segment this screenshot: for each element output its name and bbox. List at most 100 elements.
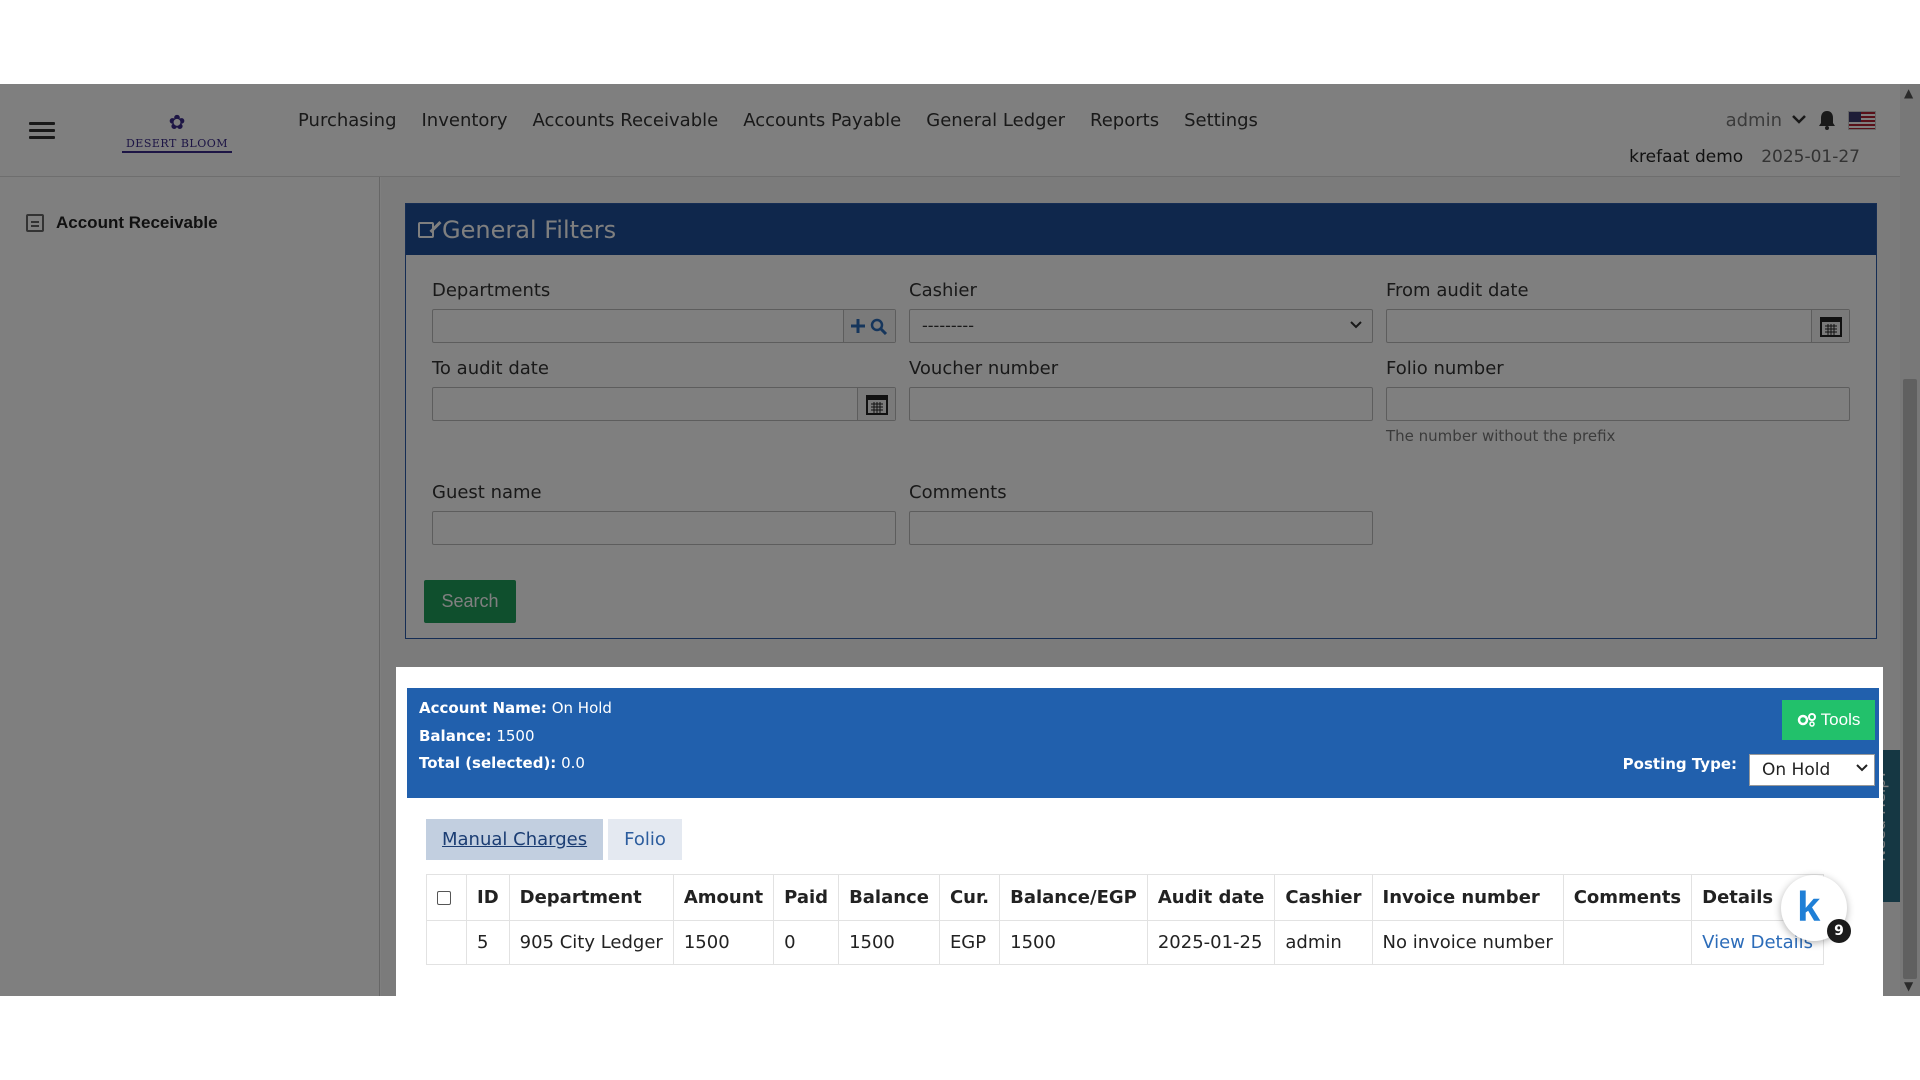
tools-button[interactable]: Tools	[1782, 700, 1875, 740]
chevron-down-icon	[1856, 761, 1868, 776]
account-name-line: Account Name: On Hold	[419, 699, 612, 717]
col-invoice-number[interactable]: Invoice number	[1371, 874, 1564, 921]
from-audit-date-input[interactable]	[1386, 309, 1850, 343]
from-audit-date-label: From audit date	[1386, 280, 1529, 301]
sidebar-item-label: Account Receivable	[56, 213, 218, 232]
col-audit-date[interactable]: Audit date	[1146, 874, 1276, 921]
chat-widget-button[interactable]: k 9	[1781, 875, 1851, 943]
col-currency[interactable]: Cur.	[938, 874, 1001, 921]
charges-tabs: Manual Charges Folio	[426, 819, 682, 860]
folio-number-label: Folio number	[1386, 358, 1504, 379]
user-box: admin	[1726, 109, 1876, 131]
cell-invoice-number: No invoice number	[1371, 920, 1564, 965]
voucher-number-field: Voucher number	[909, 358, 1373, 421]
flower-logo-icon: ✿	[168, 110, 186, 134]
posting-type-select[interactable]: On Hold	[1749, 754, 1875, 786]
balance-label: Balance:	[419, 727, 492, 745]
departments-field: Departments	[432, 280, 896, 343]
cell-balance-egp: 1500	[999, 920, 1148, 965]
scroll-down-icon[interactable]: ▼	[1904, 979, 1913, 993]
general-filters-panel: General Filters Departments Cashier ----…	[405, 203, 1877, 639]
departments-input[interactable]	[432, 309, 896, 343]
col-amount[interactable]: Amount	[672, 874, 775, 921]
departments-label: Departments	[432, 280, 551, 301]
calendar-icon[interactable]	[1811, 310, 1849, 342]
hamburger-menu-icon[interactable]	[29, 119, 57, 141]
user-menu[interactable]: admin	[1726, 110, 1782, 131]
voucher-number-input[interactable]	[909, 387, 1373, 421]
scroll-up-icon[interactable]: ▲	[1904, 86, 1913, 100]
document-icon	[26, 214, 44, 232]
col-cashier[interactable]: Cashier	[1274, 874, 1373, 921]
menu-settings[interactable]: Settings	[1184, 110, 1258, 131]
filters-title: General Filters	[442, 215, 617, 244]
scrollbar[interactable]: ▲ ▼	[1900, 84, 1920, 996]
sidebar-item-account-receivable[interactable]: Account Receivable	[26, 213, 218, 233]
col-department[interactable]: Department	[508, 874, 674, 921]
cell-department: 905 City Ledger	[508, 920, 674, 965]
col-id[interactable]: ID	[466, 874, 510, 921]
account-name-value: On Hold	[551, 699, 612, 717]
balance-value: 1500	[496, 727, 535, 745]
calendar-icon[interactable]	[857, 388, 895, 420]
comments-label: Comments	[909, 482, 1007, 503]
tools-label: Tools	[1820, 710, 1861, 729]
balance-line: Balance: 1500	[419, 727, 535, 745]
logo[interactable]: ✿ DESERT BLOOM	[106, 110, 248, 153]
table-row: 5 905 City Ledger 1500 0 1500 EGP 1500 2…	[426, 920, 1824, 965]
menu-accounts-receivable[interactable]: Accounts Receivable	[532, 110, 718, 131]
comments-input[interactable]	[909, 511, 1373, 545]
row-select-cell	[426, 920, 467, 965]
edit-icon	[418, 221, 434, 238]
col-balance-egp[interactable]: Balance/EGP	[999, 874, 1148, 921]
guest-name-input[interactable]	[432, 511, 896, 545]
us-flag-icon[interactable]	[1848, 110, 1876, 130]
menu-accounts-payable[interactable]: Accounts Payable	[743, 110, 901, 131]
menu-general-ledger[interactable]: General Ledger	[926, 110, 1065, 131]
notification-badge: 9	[1827, 919, 1851, 943]
logo-text: DESERT BLOOM	[121, 137, 233, 153]
voucher-number-label: Voucher number	[909, 358, 1059, 379]
cell-id: 5	[466, 920, 510, 965]
cell-comments	[1562, 920, 1693, 965]
menu-inventory[interactable]: Inventory	[422, 110, 508, 131]
select-all-cell	[426, 874, 467, 921]
cell-balance: 1500	[838, 920, 940, 965]
tab-manual-charges[interactable]: Manual Charges	[426, 819, 604, 860]
posting-type-label: Posting Type:	[1622, 755, 1737, 773]
gears-icon	[1797, 713, 1816, 727]
menu-purchasing[interactable]: Purchasing	[298, 110, 397, 131]
filters-header: General Filters	[406, 204, 1876, 255]
scroll-thumb[interactable]	[1903, 379, 1917, 979]
add-search-button[interactable]	[843, 310, 895, 342]
comments-field: Comments	[909, 482, 1373, 545]
tab-folio[interactable]: Folio	[608, 819, 682, 860]
account-name-label: Account Name:	[419, 699, 547, 717]
cell-paid: 0	[773, 920, 840, 965]
col-comments[interactable]: Comments	[1562, 874, 1693, 921]
total-selected-label: Total (selected):	[419, 754, 557, 772]
bell-icon[interactable]	[1816, 109, 1838, 131]
folio-number-field: Folio number The number without the pref…	[1386, 358, 1850, 445]
total-selected-line: Total (selected): 0.0	[419, 754, 585, 772]
guest-name-field: Guest name	[432, 482, 896, 545]
cell-amount: 1500	[672, 920, 775, 965]
table-header-row: ID Department Amount Paid Balance Cur. B…	[426, 874, 1824, 921]
cell-audit-date: 2025-01-25	[1146, 920, 1276, 965]
account-panel: Account Name: On Hold Balance: 1500 Tota…	[396, 667, 1883, 996]
col-balance[interactable]: Balance	[838, 874, 940, 921]
chevron-down-icon[interactable]	[1792, 113, 1806, 128]
search-button[interactable]: Search	[424, 580, 516, 623]
current-date: 2025-01-27	[1761, 147, 1860, 167]
col-paid[interactable]: Paid	[773, 874, 840, 921]
folio-number-input[interactable]	[1386, 387, 1850, 421]
to-audit-date-input[interactable]	[432, 387, 896, 421]
select-all-checkbox[interactable]	[437, 891, 451, 905]
chevron-down-icon	[1350, 317, 1362, 333]
to-audit-date-label: To audit date	[432, 358, 549, 379]
charges-table: ID Department Amount Paid Balance Cur. B…	[426, 874, 1824, 965]
cashier-select[interactable]: ---------	[909, 309, 1373, 343]
to-audit-date-field: To audit date	[432, 358, 896, 421]
total-selected-value: 0.0	[561, 754, 585, 772]
menu-reports[interactable]: Reports	[1090, 110, 1159, 131]
